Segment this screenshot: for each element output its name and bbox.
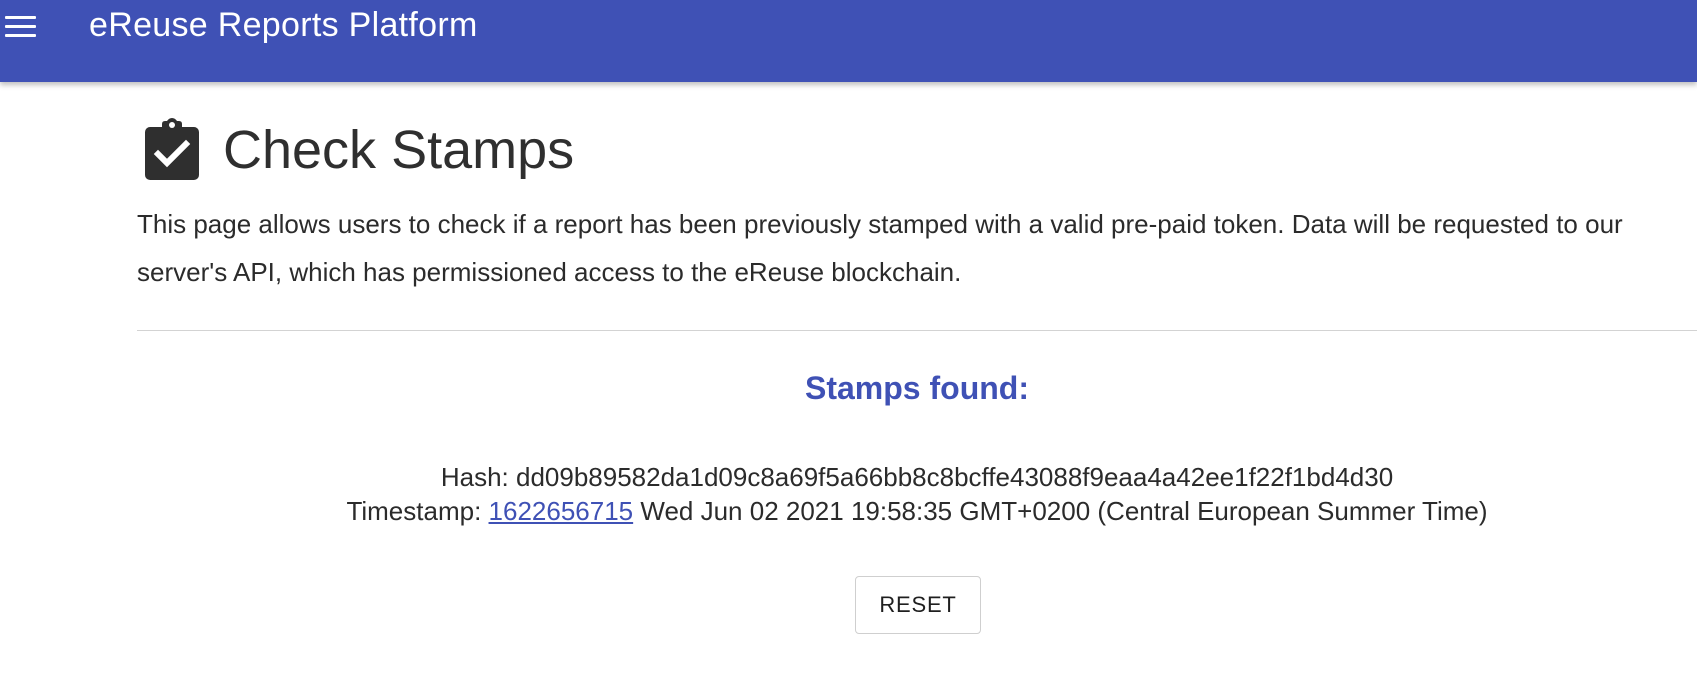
page-title: Check Stamps (223, 120, 575, 180)
menu-icon[interactable] (5, 13, 37, 41)
clipboard-check-icon (145, 118, 199, 180)
timestamp-date: Wed Jun 02 2021 19:58:35 GMT+0200 (Centr… (640, 496, 1488, 526)
reset-button[interactable]: RESET (855, 576, 981, 634)
hash-value: dd09b89582da1d09c8a69f5a66bb8c8bcffe4308… (515, 462, 1394, 492)
timestamp-label: Timestamp: (346, 496, 482, 526)
hash-label: Hash: (440, 462, 509, 492)
timestamp-link[interactable]: 1622656715 (489, 496, 634, 526)
timestamp-line: Timestamp: 1622656715 Wed Jun 02 2021 19… (137, 496, 1697, 527)
top-app-bar: eReuse Reports Platform (0, 0, 1697, 82)
page-heading: Check Stamps (143, 118, 574, 182)
hash-line: Hash: dd09b89582da1d09c8a69f5a66bb8c8bcf… (137, 462, 1697, 493)
divider (137, 330, 1697, 331)
stamps-found-heading: Stamps found: (805, 370, 1029, 406)
page-description: This page allows users to check if a rep… (137, 209, 1623, 287)
app-title: eReuse Reports Platform (89, 6, 478, 44)
